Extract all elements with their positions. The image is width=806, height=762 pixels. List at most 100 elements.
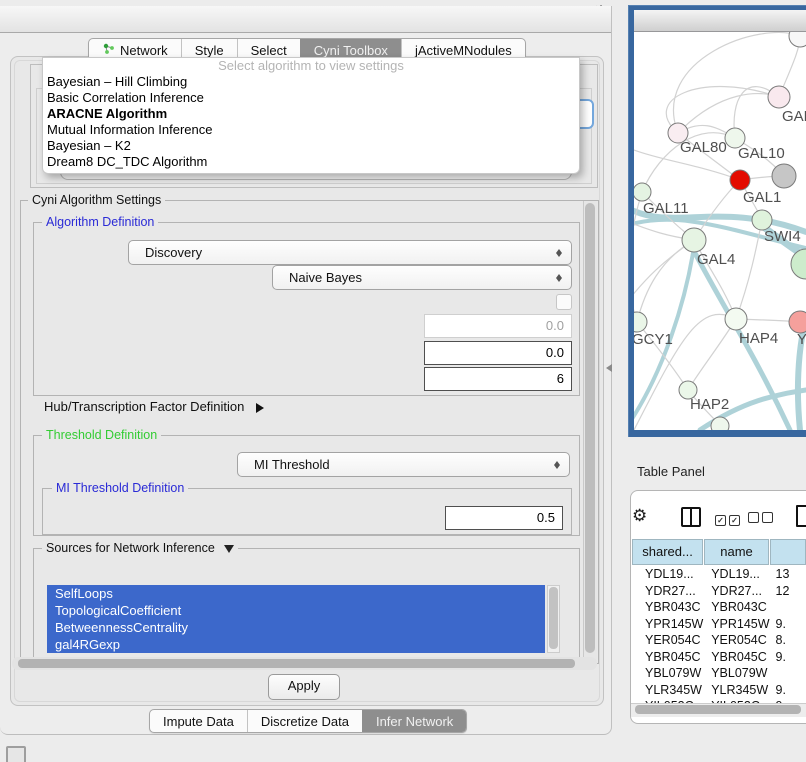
checked-pair-icon[interactable]: ✓✓ [715, 511, 743, 526]
network-node-gal[interactable] [768, 86, 790, 108]
table-cell: YLR345W [704, 682, 769, 699]
tab-impute-data[interactable]: Impute Data [150, 710, 247, 732]
column-header-extra[interactable] [770, 539, 806, 565]
network-canvas[interactable]: GALGAL80GAL10GAL1GAL11SWI4GAL4GCY1HAP4YH… [634, 31, 806, 430]
network-window-titlebar [634, 10, 806, 32]
unchecked-pair-icon[interactable] [748, 511, 776, 526]
network-node-gal1[interactable] [730, 170, 750, 190]
table-row[interactable]: YBL079WYBL079W [632, 665, 806, 682]
table-row[interactable]: YBR043CYBR043C [632, 599, 806, 616]
minimized-panel-icon[interactable] [6, 746, 26, 762]
sources-group-title: Sources for Network Inference [46, 541, 215, 555]
table-cell [770, 665, 806, 682]
mi-type-select[interactable]: Naive Bayes [272, 265, 572, 290]
spinner-arrows-icon [556, 270, 563, 286]
table-cell: YBR043C [632, 599, 704, 616]
network-node[interactable] [791, 249, 806, 279]
network-node-label: HAP4 [739, 330, 778, 347]
mi-threshold-field[interactable]: 0.5 [445, 506, 563, 530]
table-cell: YDR27... [632, 583, 704, 600]
network-node-label: Y [797, 331, 806, 348]
network-node-hap4[interactable] [725, 308, 747, 330]
table-cell: YBR045C [632, 649, 704, 666]
table-cell: 9. [770, 616, 806, 633]
network-node-label: GAL1 [743, 189, 781, 206]
table-cell: 9. [770, 682, 806, 699]
table-cell: YBL079W [632, 665, 704, 682]
attribute-item-gal4rgexp[interactable]: gal4RGexp [47, 636, 545, 653]
network-node-gal11[interactable] [634, 183, 651, 201]
spinner-arrows-icon [556, 245, 563, 261]
table-row[interactable]: YPR145WYPR145W9. [632, 616, 806, 633]
table-cell [770, 599, 806, 616]
attribute-item-topologicalcoefficient[interactable]: TopologicalCoefficient [47, 602, 545, 619]
tab-infer-network[interactable]: Infer Network [362, 710, 466, 732]
page-icon[interactable] [796, 505, 806, 527]
table-panel-title: Table Panel [637, 464, 705, 479]
table-row[interactable]: YDR27...YDR27...12 [632, 583, 806, 600]
network-node-swi4[interactable] [752, 210, 772, 230]
mi-threshold-group-title: MI Threshold Definition [52, 481, 188, 495]
mi-steps-field[interactable]: 6 [424, 367, 572, 391]
network-node[interactable] [772, 164, 796, 188]
attributes-scrollbar-thumb[interactable] [549, 587, 558, 649]
which-threshold-select[interactable]: MI Threshold [237, 452, 570, 477]
menu-item-aracne-algorithm[interactable]: ARACNE Algorithm [43, 106, 579, 122]
data-attributes-list: SelfLoopsTopologicalCoefficientBetweenne… [47, 585, 545, 653]
menu-item-bayesian-hill-climbing[interactable]: Bayesian – Hill Climbing [43, 74, 579, 90]
sources-group-expander[interactable]: Sources for Network Inference [42, 541, 238, 555]
table-hscrollbar-thumb[interactable] [635, 705, 801, 714]
dpi-tolerance-field[interactable]: 0.0 [424, 341, 572, 365]
hub-definition-expander[interactable]: Hub/Transcription Factor Definition [44, 399, 269, 414]
attribute-item-selfloops[interactable]: SelfLoops [47, 585, 545, 602]
spinner-arrows-icon [554, 457, 561, 473]
network-node-label: GAL [782, 108, 806, 125]
table-cell: YBR045C [704, 649, 769, 666]
checkbox-empty-icon [748, 512, 759, 523]
network-node-gal4[interactable] [682, 228, 706, 252]
control-panel-titlebar [0, 6, 611, 33]
menu-item-mutual-information-inference[interactable]: Mutual Information Inference [43, 122, 579, 138]
attribute-item-betweennesscentrality[interactable]: BetweennessCentrality [47, 619, 545, 636]
network-node-label: GAL11 [643, 200, 689, 217]
table-cell: YER054C [704, 632, 769, 649]
network-node-gcy1[interactable] [634, 312, 647, 332]
menu-item-bayesian-k2[interactable]: Bayesian – K2 [43, 138, 579, 154]
network-node[interactable] [711, 417, 729, 430]
table-body: YDL19...YDL19...13YDR27...YDR27...12YBR0… [632, 566, 806, 703]
network-node-label: GAL10 [738, 145, 785, 162]
table-header-row: shared...name [632, 539, 806, 565]
table-row[interactable]: YBR045CYBR045C9. [632, 649, 806, 666]
gear-icon[interactable]: ⚙ [632, 506, 647, 526]
network-node[interactable] [789, 31, 806, 47]
menu-item-basic-correlation-inference[interactable]: Basic Correlation Inference [43, 90, 579, 106]
split-columns-icon[interactable] [681, 507, 701, 527]
settings-hscrollbar-thumb[interactable] [18, 659, 575, 668]
network-edge[interactable] [634, 192, 642, 300]
column-header-shared[interactable]: shared... [632, 539, 703, 565]
table-cell: YDR27... [704, 583, 769, 600]
table-row[interactable]: YLR345WYLR345W9. [632, 682, 806, 699]
algorithm-dropdown-popup: Select algorithm to view settings Bayesi… [42, 57, 580, 174]
network-node-label: GAL80 [680, 139, 727, 156]
table-row[interactable]: YDL19...YDL19...13 [632, 566, 806, 583]
checkbox-checked-icon: ✓ [729, 515, 740, 526]
network-node-y[interactable] [789, 311, 806, 333]
algorithm-definition-title: Algorithm Definition [42, 215, 158, 229]
aracne-mode-select[interactable]: Discovery [128, 240, 572, 265]
checkbox-empty-icon [762, 512, 773, 523]
splitter-collapse-icon[interactable] [602, 364, 612, 372]
network-edge[interactable] [688, 319, 736, 390]
table-cell: YDL19... [704, 566, 769, 583]
table-cell: 13 [770, 566, 806, 583]
hub-definition-label: Hub/Transcription Factor Definition [44, 399, 244, 414]
settings-vscrollbar-thumb[interactable] [585, 203, 595, 653]
apply-button[interactable]: Apply [268, 674, 340, 700]
column-header-name[interactable]: name [704, 539, 769, 565]
tab-label: Infer Network [376, 711, 453, 732]
table-row[interactable]: YER054CYER054C8. [632, 632, 806, 649]
tab-discretize-data[interactable]: Discretize Data [247, 710, 362, 732]
menu-item-dream8-dc-tdc-algorithm[interactable]: Dream8 DC_TDC Algorithm [43, 154, 579, 170]
kernel-width-field[interactable]: 0.0 [424, 314, 572, 338]
manual-kernel-checkbox[interactable] [556, 294, 572, 310]
